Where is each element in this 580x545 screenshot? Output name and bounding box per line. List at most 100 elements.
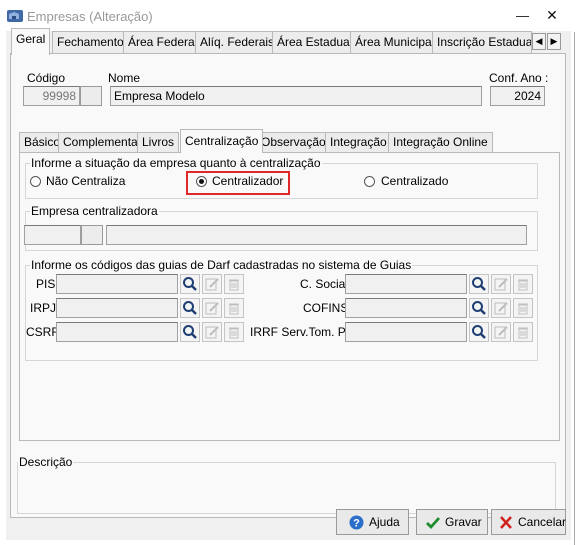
empresa-centralizadora-lookup-button[interactable] (81, 225, 103, 245)
tab-complementar[interactable]: Complementar (58, 132, 147, 152)
scroll-left-icon[interactable]: ◀ (532, 33, 546, 50)
radio-centralizado-label[interactable]: Centralizado (381, 174, 448, 188)
edit-icon[interactable] (202, 322, 222, 342)
edit-icon[interactable] (491, 274, 511, 294)
tab-label: Fechamento (57, 35, 124, 49)
inner-tab-container: Básico Complementar Livros Centralização… (15, 129, 561, 450)
tab-label: Alíq. Federais (200, 35, 275, 49)
tab-panel-geral: Código 99998 Nome Empresa Modelo Conf. A… (10, 53, 566, 518)
trash-icon[interactable] (224, 298, 244, 318)
tab-area-municipal[interactable]: Área Municipal (350, 31, 440, 53)
check-icon (426, 517, 441, 530)
minimize-button[interactable]: — (516, 8, 529, 24)
tab-label: Área Estadual (277, 35, 353, 49)
scroll-right-icon[interactable]: ▶ (547, 33, 561, 50)
pis-label: PIS (36, 277, 56, 291)
empresa-centralizadora-code-field[interactable] (24, 225, 81, 245)
search-icon[interactable] (180, 274, 200, 294)
tab-label: Área Federal (128, 35, 198, 49)
edit-icon[interactable] (202, 298, 222, 318)
radio-nao-centraliza-label[interactable]: Não Centraliza (46, 174, 125, 188)
tab-label: Livros (142, 135, 175, 149)
edit-icon[interactable] (491, 298, 511, 318)
conf-ano-label: Conf. Ano : (489, 71, 549, 85)
gravar-label: Gravar (445, 515, 482, 529)
trash-icon[interactable] (224, 322, 244, 342)
descricao-title: Descrição (18, 455, 74, 469)
csrf-field[interactable] (56, 322, 178, 342)
tab-area-federal[interactable]: Área Federal (123, 31, 203, 53)
radio-centralizado[interactable] (364, 176, 375, 187)
tab-centralizacao[interactable]: Centralização (180, 129, 264, 153)
tab-label: Observação (261, 135, 326, 149)
window: Empresas (Alteração) — ✕ Geral Fechament… (0, 0, 575, 545)
centralizacao-group-title: Informe a situação da empresa quanto à c… (30, 156, 322, 170)
gravar-button[interactable]: Gravar (416, 509, 488, 535)
highlight-box (186, 171, 290, 195)
trash-icon[interactable] (513, 322, 533, 342)
guias-group-title: Informe os códigos das guias de Darf cad… (30, 258, 413, 272)
radio-nao-centraliza[interactable] (30, 176, 41, 187)
tab-label: Centralização (185, 134, 259, 148)
conf-ano-field[interactable]: 2024 (490, 86, 545, 106)
irrf-label: IRRF Serv.Tom. PJ (250, 325, 352, 339)
ajuda-button[interactable]: ? Ajuda (336, 509, 409, 535)
search-icon[interactable] (469, 274, 489, 294)
tab-fechamento[interactable]: Fechamento (52, 31, 129, 53)
tab-panel-centralizacao: Informe a situação da empresa quanto à c… (19, 152, 560, 441)
tab-label: Área Municipal (355, 35, 435, 49)
empresa-centralizadora-group: Empresa centralizadora (24, 204, 538, 251)
ajuda-label: Ajuda (369, 515, 400, 529)
empresa-centralizadora-title: Empresa centralizadora (30, 204, 159, 218)
descricao-group: Descrição (17, 455, 556, 514)
close-button[interactable]: ✕ (544, 6, 560, 24)
title-bar: Empresas (Alteração) — ✕ (0, 0, 575, 32)
tab-inscricao-estadual[interactable]: Inscrição Estadual S (432, 31, 532, 53)
edit-icon[interactable] (202, 274, 222, 294)
search-icon[interactable] (469, 322, 489, 342)
guias-group: Informe os códigos das guias de Darf cad… (25, 258, 538, 361)
tab-observacao[interactable]: Observação (256, 132, 331, 152)
trash-icon[interactable] (513, 274, 533, 294)
csrf-label: CSRF (26, 325, 59, 339)
nome-label: Nome (108, 71, 141, 85)
tab-label: Básico (24, 135, 61, 149)
codigo-field[interactable]: 99998 (23, 86, 80, 106)
tab-geral[interactable]: Geral (11, 28, 51, 55)
client-area: Geral Fechamento Área Federal Alíq. Fede… (6, 28, 571, 540)
codigo-lookup-button[interactable] (80, 86, 102, 106)
edit-icon[interactable] (491, 322, 511, 342)
empresa-centralizadora-name-field[interactable] (106, 225, 527, 245)
search-icon[interactable] (180, 322, 200, 342)
cofins-field[interactable] (345, 298, 467, 318)
irrf-field[interactable] (345, 322, 467, 342)
nome-field[interactable]: Empresa Modelo (110, 86, 482, 106)
tab-integracao[interactable]: Integração (325, 132, 392, 152)
tab-livros[interactable]: Livros (137, 132, 180, 152)
trash-icon[interactable] (513, 298, 533, 318)
cancelar-label: Cancelar (518, 515, 567, 529)
tab-integracao-online[interactable]: Integração Online (388, 132, 493, 152)
tab-label: Complementar (63, 135, 142, 149)
app-icon (7, 10, 23, 22)
trash-icon[interactable] (224, 274, 244, 294)
search-icon[interactable] (469, 298, 489, 318)
c-social-label: C. Social (300, 277, 349, 291)
tab-label: Integração Online (393, 135, 488, 149)
cofins-label: COFINS (303, 301, 349, 315)
c-social-field[interactable] (345, 274, 467, 294)
cancel-x-icon (500, 516, 512, 529)
tab-label: Geral (16, 32, 46, 46)
svg-text:?: ? (353, 518, 360, 530)
cancelar-button[interactable]: Cancelar (491, 509, 566, 535)
help-icon: ? (349, 515, 364, 530)
tab-area-estadual[interactable]: Área Estadual (272, 31, 358, 53)
tab-aliq-federais[interactable]: Alíq. Federais (195, 31, 280, 53)
codigo-label: Código (27, 71, 66, 85)
irpj-label: IRPJ (30, 301, 57, 315)
pis-field[interactable] (56, 274, 178, 294)
tab-label: Integração (330, 135, 387, 149)
search-icon[interactable] (180, 298, 200, 318)
irpj-field[interactable] (56, 298, 178, 318)
tab-label: Inscrição Estadual S (437, 35, 532, 49)
